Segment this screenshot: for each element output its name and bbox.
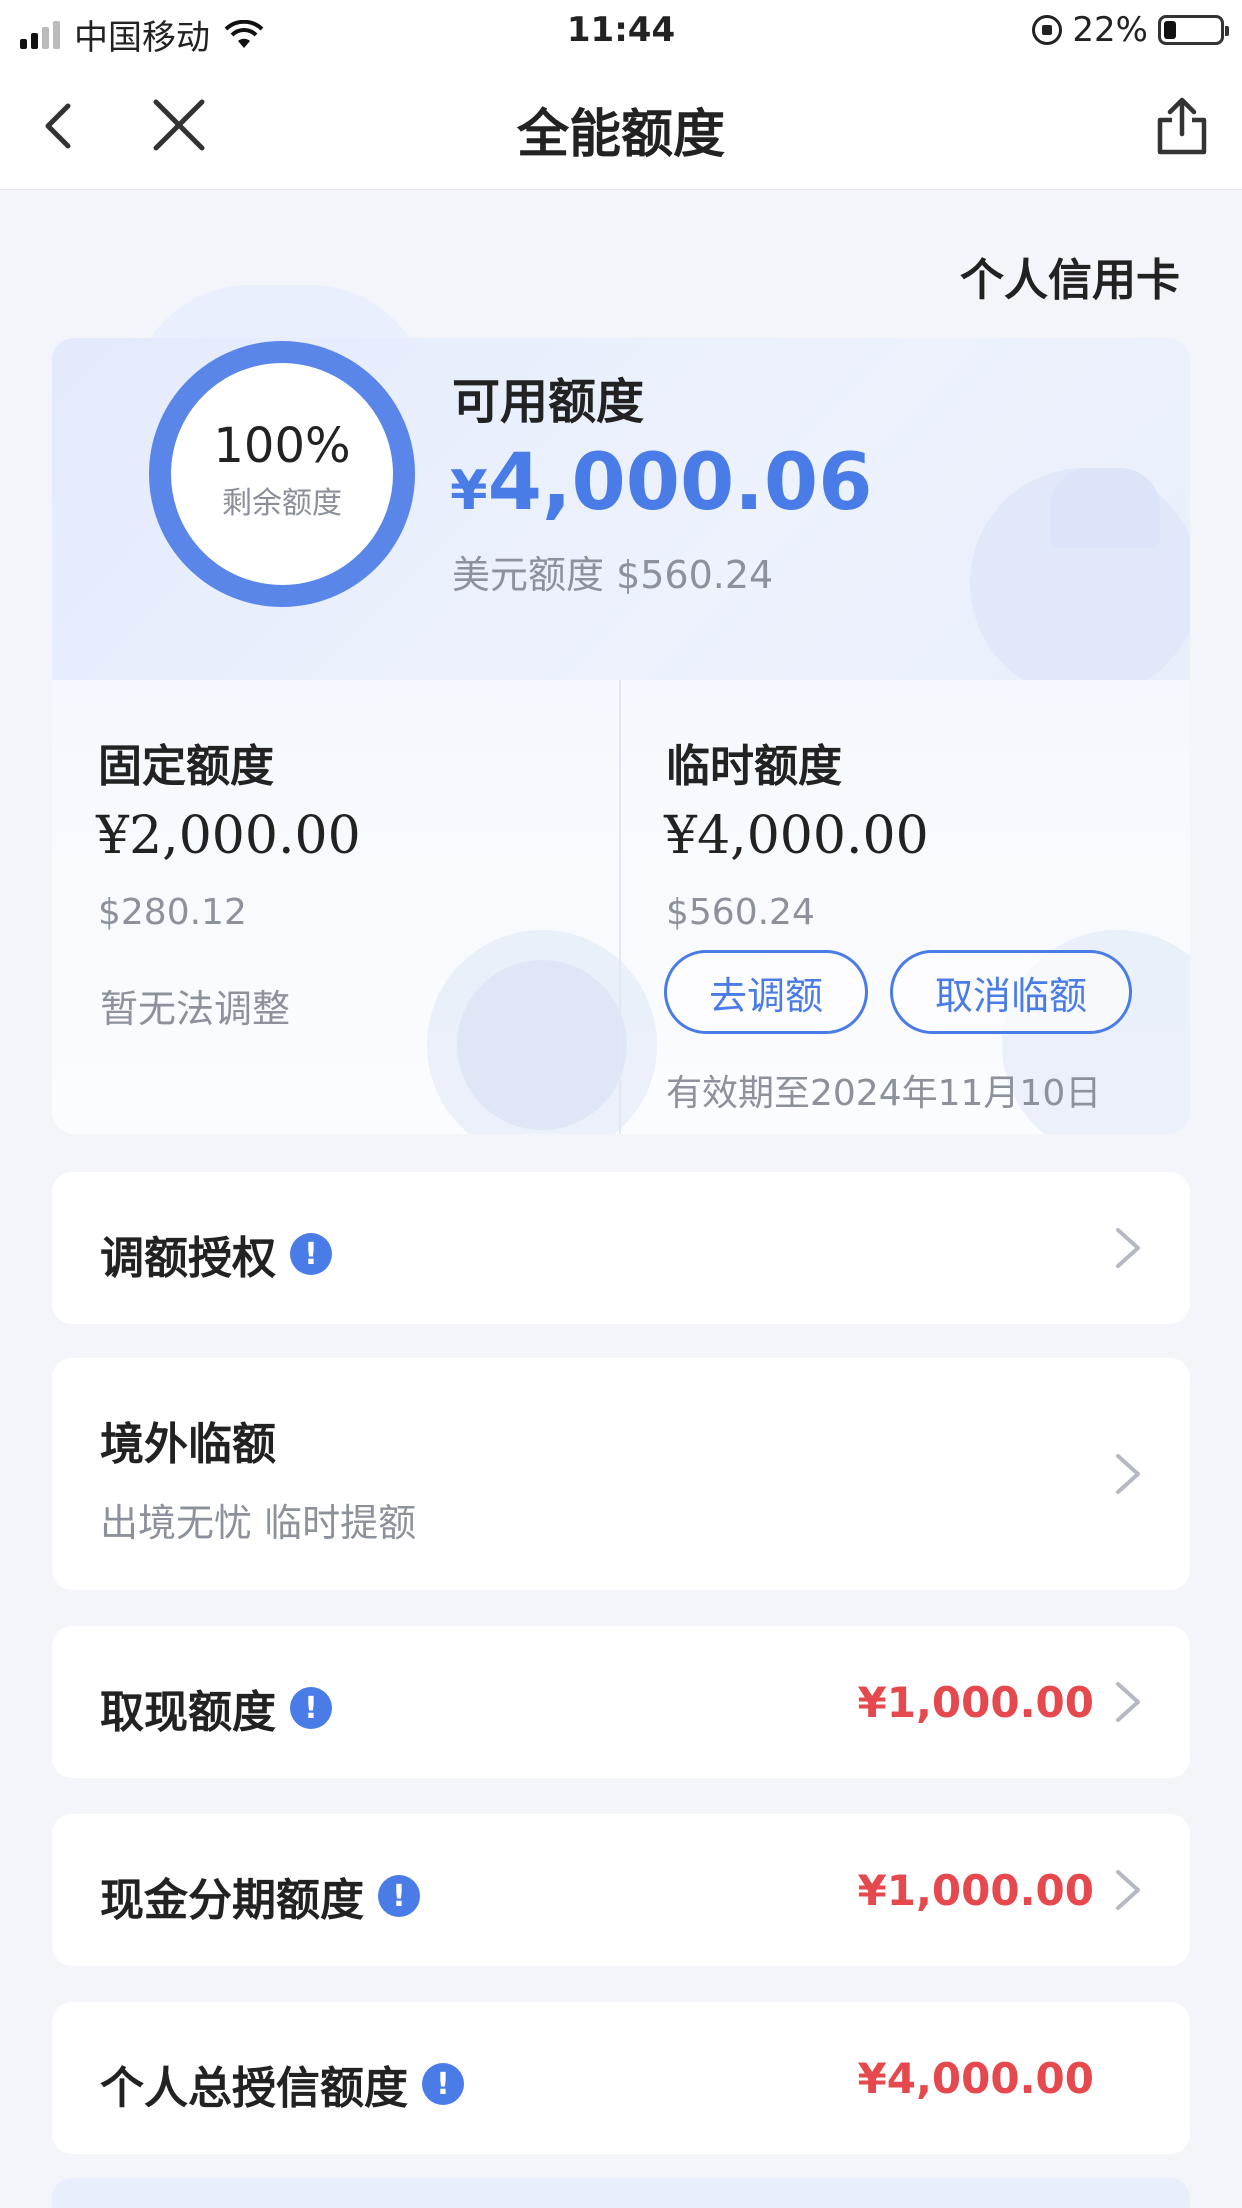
total-credit-value: ¥4,000.00	[857, 2054, 1094, 2103]
fixed-credit-note: 暂无法调整	[100, 987, 291, 1031]
status-bar: 中国移动 11:44 22%	[0, 0, 1242, 62]
total-credit-title: 个人总授信额度 !	[100, 2052, 464, 2116]
adjust-authorization-label: 调额授权	[100, 1233, 276, 1284]
temp-credit-title: 临时额度	[666, 741, 842, 792]
currency-symbol: ¥	[450, 459, 488, 522]
cash-installment-title: 现金分期额度 !	[100, 1864, 420, 1928]
chevron-right-icon	[1116, 1454, 1140, 1494]
fixed-credit-amount: ¥2,000.00	[96, 806, 361, 866]
cash-withdrawal-row[interactable]: 取现额度 ! ¥1,000.00	[52, 1626, 1190, 1778]
overseas-temp-credit-row[interactable]: 境外临额 出境无忧 临时提额	[52, 1358, 1190, 1590]
cash-withdrawal-value: ¥1,000.00	[857, 1678, 1094, 1727]
temp-credit-amount: ¥4,000.00	[664, 806, 929, 866]
credit-summary-card: 100% 剩余额度 可用额度 ¥4,000.06 美元额度 $560.24 固定…	[52, 338, 1190, 1134]
coin-inner-deco	[457, 960, 627, 1130]
account-type-label[interactable]: 个人信用卡	[960, 244, 1180, 308]
credit-breakdown: 固定额度 ¥2,000.00 $280.12 暂无法调整 临时额度 ¥4,000…	[52, 680, 1190, 1134]
temp-credit-usd: $560.24	[666, 892, 815, 933]
adjust-authorization-row[interactable]: 调额授权 !	[52, 1172, 1190, 1324]
remaining-ring	[149, 341, 415, 607]
info-icon[interactable]: !	[290, 1233, 332, 1275]
overseas-temp-credit-subtitle: 出境无忧 临时提额	[100, 1501, 417, 1545]
info-icon[interactable]: !	[422, 2063, 464, 2105]
available-credit-section: 100% 剩余额度 可用额度 ¥4,000.06 美元额度 $560.24	[52, 338, 1190, 698]
cash-installment-value: ¥1,000.00	[857, 1866, 1094, 1915]
available-amount-value: 4,000.06	[487, 438, 873, 528]
cash-installment-row[interactable]: 现金分期额度 ! ¥1,000.00	[52, 1814, 1190, 1966]
adjust-authorization-title: 调额授权 !	[100, 1222, 332, 1286]
share-icon[interactable]	[1152, 94, 1212, 158]
chevron-right-icon	[1116, 1228, 1140, 1268]
nav-bar: 全能额度	[0, 62, 1242, 190]
next-card-peek	[52, 2178, 1190, 2208]
info-icon[interactable]: !	[290, 1687, 332, 1729]
available-amount: ¥4,000.06	[450, 438, 872, 528]
fixed-credit-title: 固定额度	[98, 741, 274, 792]
status-right: 22%	[1032, 10, 1229, 50]
remaining-label: 剩余额度	[222, 486, 342, 521]
chevron-right-icon	[1116, 1682, 1140, 1722]
battery-percent: 22%	[1072, 10, 1148, 50]
fixed-credit-usd: $280.12	[98, 892, 247, 933]
remaining-percent: 100%	[213, 418, 351, 474]
battery-level	[1164, 21, 1176, 39]
column-divider	[619, 680, 621, 1134]
money-bag-top-deco	[1050, 468, 1160, 548]
chevron-right-icon	[1116, 1870, 1140, 1910]
overseas-temp-credit-title: 境外临额	[100, 1408, 276, 1472]
available-label: 可用额度	[452, 374, 645, 430]
cancel-temp-credit-button[interactable]: 取消临额	[890, 950, 1132, 1034]
battery-icon	[1158, 15, 1229, 45]
page-title: 全能额度	[516, 105, 725, 165]
orientation-lock-icon	[1032, 15, 1063, 45]
overseas-temp-credit-label: 境外临额	[100, 1419, 276, 1470]
cash-installment-label: 现金分期额度	[100, 1875, 364, 1926]
usd-credit: 美元额度 $560.24	[452, 553, 774, 597]
adjust-credit-button[interactable]: 去调额	[664, 950, 868, 1034]
info-icon[interactable]: !	[378, 1875, 420, 1917]
total-credit-label: 个人总授信额度	[100, 2063, 408, 2114]
cash-withdrawal-label: 取现额度	[100, 1687, 276, 1738]
total-credit-row: 个人总授信额度 ! ¥4,000.00	[52, 2002, 1190, 2154]
temp-credit-valid-until: 有效期至2024年11月10日	[666, 1073, 1102, 1114]
cash-withdrawal-title: 取现额度 !	[100, 1676, 332, 1740]
